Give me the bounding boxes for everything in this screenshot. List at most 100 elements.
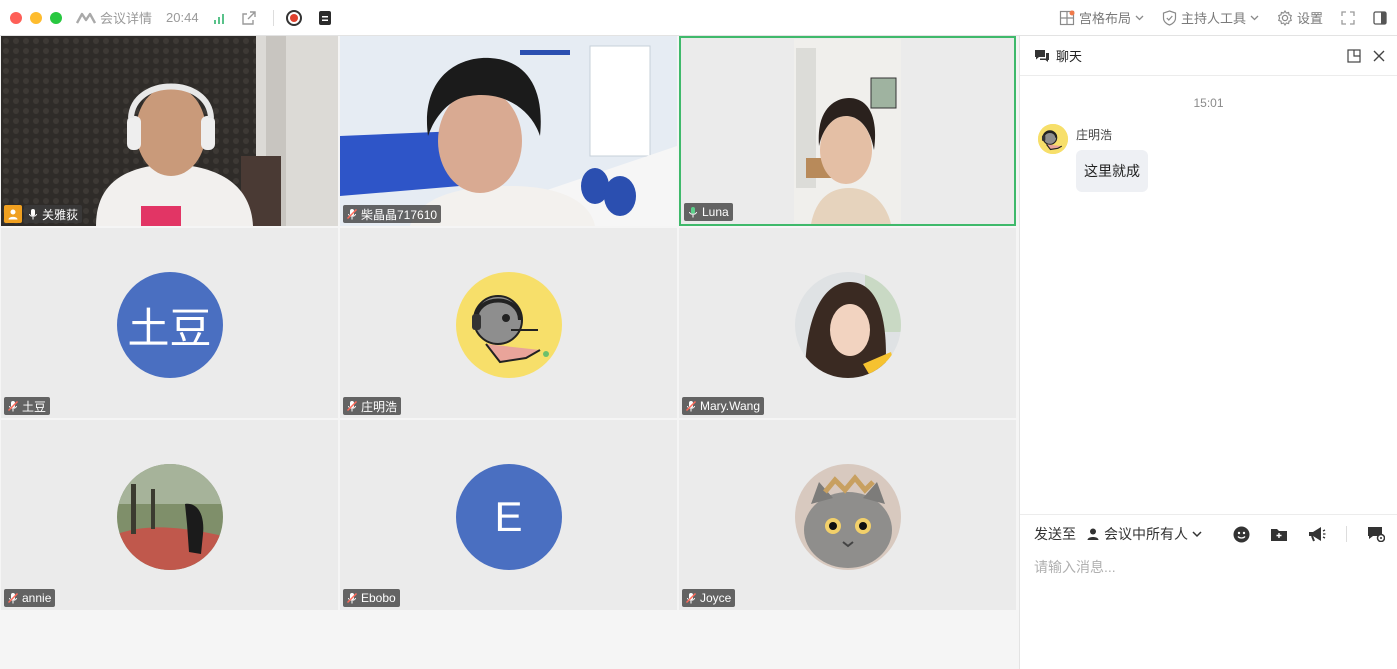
window-controls (10, 11, 62, 24)
megaphone-icon[interactable] (1308, 526, 1326, 542)
participant-tile-8[interactable]: E Ebobo (340, 420, 677, 610)
microphone-muted-icon (7, 400, 19, 412)
recipient-dropdown[interactable]: 会议中所有人 (1086, 524, 1202, 544)
chat-settings-icon[interactable] (1367, 526, 1385, 542)
cartoon-avatar-image (455, 272, 562, 378)
participant-name-tag: Joyce (682, 589, 736, 607)
chat-bubbles-icon (1035, 49, 1049, 62)
meeting-details-button[interactable]: 会议详情 (76, 8, 152, 27)
participant-avatar: E (455, 464, 562, 570)
participant-avatar: 土豆 (116, 272, 223, 378)
host-badge (4, 205, 22, 223)
host-tools-label: 主持人工具 (1180, 11, 1246, 26)
participant-tile-3[interactable]: Luna (679, 36, 1016, 226)
notes-icon[interactable] (318, 10, 332, 26)
video-grid: 关雅荻 柴晶晶717610 Luna 土豆 土豆 庄明浩 Mary.Wang a… (0, 36, 1018, 669)
shield-icon (1162, 9, 1177, 26)
share-link-icon[interactable] (241, 10, 257, 26)
microphone-muted-icon (685, 400, 697, 412)
participant-name: Mary.Wang (700, 399, 761, 413)
microphone-muted-icon (346, 208, 358, 220)
popout-icon[interactable] (1347, 48, 1361, 63)
photo-avatar-image (794, 272, 901, 378)
participant-name-tag: Ebobo (343, 589, 400, 607)
file-folder-icon[interactable] (1270, 526, 1288, 542)
chevron-down-icon (1192, 530, 1202, 537)
participant-video (681, 38, 1014, 224)
chat-panel: 聊天 15:01 庄明浩 这里就成 发送至 会议中所有人 请输入消息... (1019, 36, 1397, 669)
grid-layout-icon (1059, 10, 1075, 25)
participant-tile-6[interactable]: Mary.Wang (679, 228, 1016, 418)
microphone-muted-icon (685, 592, 697, 604)
maximize-window-button[interactable] (50, 11, 62, 24)
meeting-window: 会议详情 20:44 宫格布局 主持人工具 设置 关雅荻 柴晶晶717610 L… (0, 0, 1397, 669)
participant-name-tag: Luna (684, 203, 733, 221)
participant-name-tag: 庄明浩 (343, 397, 402, 415)
sidebar-toggle-icon[interactable] (1373, 10, 1387, 25)
cat-photo-avatar-image (794, 464, 901, 570)
toolbar-separator (1346, 526, 1347, 542)
participant-name-tag: 土豆 (4, 397, 51, 415)
settings-button[interactable]: 设置 (1277, 8, 1323, 27)
photo-avatar-image (116, 464, 223, 570)
title-separator (272, 9, 274, 26)
participant-name: 土豆 (22, 399, 47, 414)
participant-video (1, 36, 338, 226)
participant-name-tag: Mary.Wang (682, 397, 765, 415)
microphone-icon (29, 209, 37, 220)
recipient-label: 会议中所有人 (1104, 526, 1188, 542)
avatar-initials: 土豆 (127, 304, 212, 352)
meeting-timer: 20:44 (166, 10, 199, 25)
participant-name: 庄明浩 (361, 399, 398, 414)
participant-name: annie (22, 591, 52, 605)
emoji-icon[interactable] (1233, 526, 1250, 543)
participant-avatar (116, 464, 223, 570)
participant-tile-2[interactable]: 柴晶晶717610 (340, 36, 677, 226)
chat-timestamp: 15:01 (1193, 96, 1224, 110)
fullscreen-icon[interactable] (1341, 10, 1355, 25)
meeting-elapsed-time: 20:44 (166, 10, 199, 25)
person-icon (1087, 528, 1099, 540)
host-tools-dropdown[interactable]: 主持人工具 (1162, 8, 1259, 27)
participant-tile-4[interactable]: 土豆 土豆 (1, 228, 338, 418)
participant-tile-1[interactable]: 关雅荻 (1, 36, 338, 226)
close-icon[interactable] (1373, 50, 1385, 62)
participant-name: 柴晶晶717610 (361, 207, 438, 222)
participant-video (340, 36, 677, 226)
participant-name: Ebobo (361, 591, 396, 605)
microphone-muted-icon (346, 592, 358, 604)
message-bubble: 这里就成 (1076, 150, 1148, 192)
participant-tile-9[interactable]: Joyce (679, 420, 1016, 610)
chat-composer: 发送至 会议中所有人 (1020, 514, 1397, 669)
participant-avatar (794, 464, 901, 570)
record-icon (289, 13, 298, 22)
meeting-details-label: 会议详情 (100, 11, 153, 26)
cartoon-avatar-image (1038, 124, 1068, 154)
chevron-down-icon (1250, 15, 1259, 20)
host-person-icon (8, 209, 18, 220)
layout-label: 宫格布局 (1078, 11, 1131, 26)
participant-name-tag: 柴晶晶717610 (343, 205, 442, 223)
participant-name: Luna (702, 205, 729, 219)
layout-dropdown[interactable]: 宫格布局 (1059, 8, 1144, 27)
title-bar: 会议详情 20:44 宫格布局 主持人工具 设置 (0, 0, 1397, 36)
participant-avatar (794, 272, 901, 378)
chat-header: 聊天 (1020, 36, 1397, 76)
record-button[interactable] (285, 9, 302, 26)
participant-name-tag: annie (4, 589, 56, 607)
participant-name-tag: 关雅荻 (24, 205, 83, 223)
participant-name: 关雅荻 (42, 207, 79, 222)
gear-icon (1277, 9, 1292, 26)
chat-message: 庄明浩 这里就成 (1038, 124, 1148, 192)
network-signal-icon[interactable] (213, 12, 227, 24)
close-window-button[interactable] (10, 11, 22, 24)
microphone-active-icon (689, 207, 697, 218)
participant-tile-5[interactable]: 庄明浩 (340, 228, 677, 418)
minimize-window-button[interactable] (30, 11, 42, 24)
meeting-logo-icon (76, 12, 96, 24)
sender-name: 庄明浩 (1076, 128, 1113, 142)
participant-tile-7[interactable]: annie (1, 420, 338, 610)
microphone-muted-icon (346, 400, 358, 412)
message-input[interactable] (1034, 559, 1374, 575)
avatar-initials: E (494, 493, 523, 540)
